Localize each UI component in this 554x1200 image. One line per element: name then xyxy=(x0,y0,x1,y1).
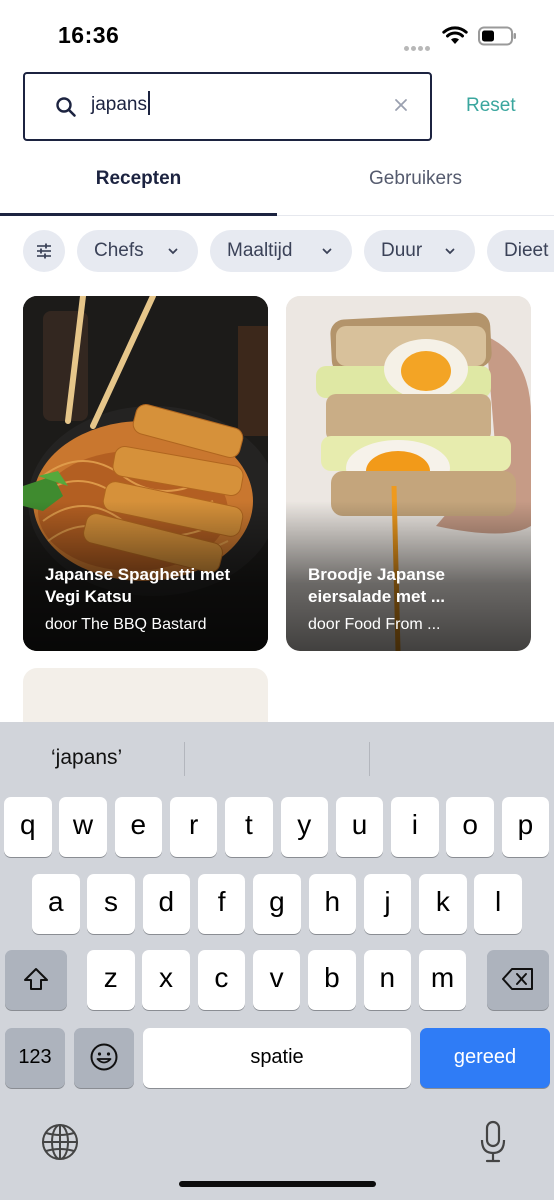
globe-icon[interactable] xyxy=(40,1122,80,1167)
filter-chip-dieet[interactable]: Dieet xyxy=(487,230,554,272)
home-indicator xyxy=(179,1181,376,1187)
key-q[interactable]: q xyxy=(4,797,52,857)
suggestion-divider xyxy=(184,742,185,776)
chip-label: Duur xyxy=(381,240,423,261)
tab-recepten[interactable]: Recepten xyxy=(0,150,277,216)
key-e[interactable]: e xyxy=(114,797,163,857)
key-y[interactable]: y xyxy=(280,797,328,857)
key-i[interactable]: i xyxy=(391,797,439,857)
key-x[interactable]: x xyxy=(142,950,190,1010)
chevron-down-icon xyxy=(168,248,178,255)
shift-icon xyxy=(24,968,48,990)
emoji-key[interactable] xyxy=(74,1028,134,1088)
active-tab-indicator xyxy=(0,213,277,216)
filter-chip-chefs[interactable]: Chefs xyxy=(77,230,198,272)
clear-icon[interactable] xyxy=(391,96,411,116)
filter-chip-duur[interactable]: Duur xyxy=(364,230,475,272)
search-value[interactable]: japans xyxy=(91,91,150,116)
space-key[interactable]: spatie xyxy=(143,1028,411,1088)
status-time: 16:36 xyxy=(58,22,120,48)
key-s[interactable]: s xyxy=(87,874,135,934)
recipe-author: door Food From ... xyxy=(308,616,441,633)
key-b[interactable]: b xyxy=(308,950,356,1010)
key-w[interactable]: w xyxy=(59,797,107,857)
chevron-down-icon xyxy=(445,248,455,255)
key-m[interactable]: m xyxy=(418,950,467,1010)
chip-label: Chefs xyxy=(94,240,144,261)
filter-bar: Chefs Maaltijd Duur Dieet xyxy=(0,230,554,274)
signal-icon xyxy=(404,38,436,51)
key-u[interactable]: u xyxy=(335,797,384,857)
suggestion-bar: ‘japans’ xyxy=(0,722,554,796)
key-z[interactable]: z xyxy=(87,950,135,1010)
key-t[interactable]: t xyxy=(225,797,273,857)
filter-button[interactable] xyxy=(23,230,65,272)
key-k[interactable]: k xyxy=(419,874,467,934)
search-value-text: japans xyxy=(91,94,147,115)
emoji-icon xyxy=(90,1043,118,1071)
numbers-key[interactable]: 123 xyxy=(5,1028,65,1088)
key-p[interactable]: p xyxy=(501,797,550,857)
shift-key[interactable] xyxy=(5,950,67,1010)
key-g[interactable]: g xyxy=(253,874,301,934)
key-f[interactable]: f xyxy=(197,874,246,934)
suggestion-item[interactable]: ‘japans’ xyxy=(51,746,122,770)
tab-bar: Recepten Gebruikers xyxy=(0,150,554,216)
key-n[interactable]: n xyxy=(363,950,411,1010)
recipe-title: Japanse Spaghetti met Vegi Katsu xyxy=(45,565,231,606)
search-icon xyxy=(55,96,77,123)
key-v[interactable]: v xyxy=(252,950,301,1010)
filter-chip-maaltijd[interactable]: Maaltijd xyxy=(210,230,352,272)
chip-label: Maaltijd xyxy=(227,240,293,261)
return-key[interactable]: gereed xyxy=(420,1028,550,1088)
key-l[interactable]: l xyxy=(474,874,522,934)
key-a[interactable]: a xyxy=(32,874,80,934)
chevron-down-icon xyxy=(322,248,332,255)
recipe-author: door The BBQ Bastard xyxy=(45,616,207,633)
battery-icon xyxy=(478,26,518,51)
chip-label: Dieet xyxy=(504,240,549,261)
recipe-card-partial[interactable] xyxy=(23,668,268,728)
key-j[interactable]: j xyxy=(363,874,412,934)
reset-button[interactable]: Reset xyxy=(466,95,516,117)
search-input[interactable]: japans xyxy=(23,72,432,141)
key-o[interactable]: o xyxy=(446,797,494,857)
suggestion-divider xyxy=(369,742,370,776)
backspace-icon xyxy=(502,968,533,990)
wifi-icon xyxy=(442,26,468,51)
sliders-icon xyxy=(37,243,51,259)
key-d[interactable]: d xyxy=(142,874,191,934)
backspace-key[interactable] xyxy=(487,950,549,1010)
recipe-title: Broodje Japanse eiersalade met ... xyxy=(308,565,446,606)
key-r[interactable]: r xyxy=(169,797,218,857)
recipe-card[interactable]: Japanse Spaghetti met Vegi Katsu door Th… xyxy=(23,296,268,651)
text-caret xyxy=(148,91,150,116)
microphone-icon[interactable] xyxy=(480,1120,506,1169)
key-h[interactable]: h xyxy=(308,874,356,934)
recipe-card[interactable]: Broodje Japanse eiersalade met ... door … xyxy=(286,296,531,651)
key-c[interactable]: c xyxy=(197,950,246,1010)
tab-gebruikers[interactable]: Gebruikers xyxy=(277,150,554,216)
status-bar: 16:36 xyxy=(0,0,554,70)
